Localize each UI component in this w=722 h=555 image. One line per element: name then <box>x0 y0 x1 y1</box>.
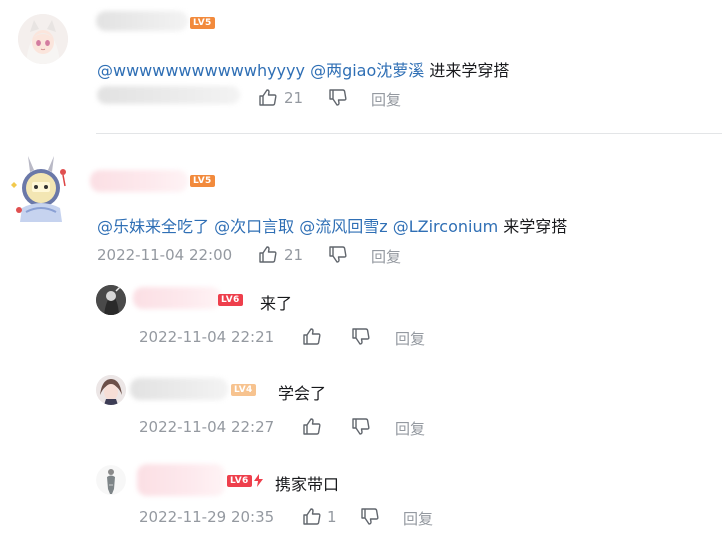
thumbs-down-icon[interactable] <box>352 328 370 345</box>
timestamp: 2022-11-04 22:27 <box>139 418 275 436</box>
level-badge: LV5 <box>190 175 215 187</box>
user-avatar[interactable] <box>18 14 68 64</box>
timestamp: 2022-11-29 20:35 <box>139 508 275 526</box>
reply-button[interactable]: 回复 <box>403 508 433 529</box>
mention-link[interactable]: @wwwwwwwwwwwhyyyy <box>97 61 305 80</box>
reply-button[interactable]: 回复 <box>371 246 401 267</box>
anime-character-avatar-icon <box>96 375 126 405</box>
level-badge: LV4 <box>231 384 256 396</box>
reply-button[interactable]: 回复 <box>371 89 401 110</box>
thumbs-down-icon[interactable] <box>352 418 370 435</box>
like-count: 21 <box>284 89 304 107</box>
timestamp-blurred <box>97 86 240 104</box>
mention-link[interactable]: @次口言取 <box>214 217 294 236</box>
mention-link[interactable]: @两giao沈萝溪 <box>310 61 424 80</box>
dark-figure-avatar-icon <box>96 285 126 315</box>
comment-body: 来学穿搭 <box>503 217 568 236</box>
comment-text: @wwwwwwwwwwwhyyyy @两giao沈萝溪 进来学穿搭 <box>97 57 509 81</box>
level-badge: LV6 <box>218 294 243 306</box>
mention-link[interactable]: @流风回雪z <box>299 217 387 236</box>
username-blurred[interactable] <box>133 287 221 309</box>
anime-girl-avatar-icon <box>18 14 68 64</box>
level-badge: LV6 <box>227 475 252 487</box>
thumbs-up-icon[interactable] <box>259 89 277 106</box>
thumbs-up-icon[interactable] <box>259 246 277 263</box>
username-blurred[interactable] <box>137 464 225 496</box>
reply-avatar[interactable] <box>96 285 126 315</box>
thumbs-down-icon[interactable] <box>361 508 379 525</box>
reply-avatar[interactable] <box>96 375 126 405</box>
user-avatar[interactable] <box>8 152 74 228</box>
thumbs-down-icon[interactable] <box>329 246 347 263</box>
thumbs-up-icon[interactable] <box>303 328 321 345</box>
like-count: 21 <box>284 246 304 264</box>
username-blurred[interactable] <box>90 170 188 192</box>
lightning-icon <box>254 474 263 487</box>
thumbs-up-icon[interactable] <box>303 418 321 435</box>
reply-text: 学会了 <box>278 384 327 403</box>
comment-body: 进来学穿搭 <box>429 61 510 80</box>
comment-divider <box>96 133 722 134</box>
thumbs-down-icon[interactable] <box>329 89 347 106</box>
standing-figure-avatar-icon <box>96 465 126 495</box>
timestamp: 2022-11-04 22:00 <box>97 246 233 264</box>
username-blurred[interactable] <box>130 378 228 400</box>
comment-text: @乐妹来全吃了 @次口言取 @流风回雪z @LZirconium 来学穿搭 <box>97 213 567 237</box>
timestamp: 2022-11-04 22:21 <box>139 328 275 346</box>
username-blurred[interactable] <box>96 11 188 31</box>
reply-text: 来了 <box>260 294 293 313</box>
reply-text: 携家带口 <box>275 475 340 494</box>
thumbs-up-icon[interactable] <box>303 508 321 525</box>
chibi-knight-avatar-icon <box>11 156 66 222</box>
like-count: 1 <box>327 508 337 526</box>
reply-button[interactable]: 回复 <box>395 418 425 439</box>
level-badge: LV5 <box>190 17 215 29</box>
mention-link[interactable]: @LZirconium <box>393 217 498 236</box>
reply-avatar[interactable] <box>96 465 126 495</box>
mention-link[interactable]: @乐妹来全吃了 <box>97 217 209 236</box>
reply-button[interactable]: 回复 <box>395 328 425 349</box>
